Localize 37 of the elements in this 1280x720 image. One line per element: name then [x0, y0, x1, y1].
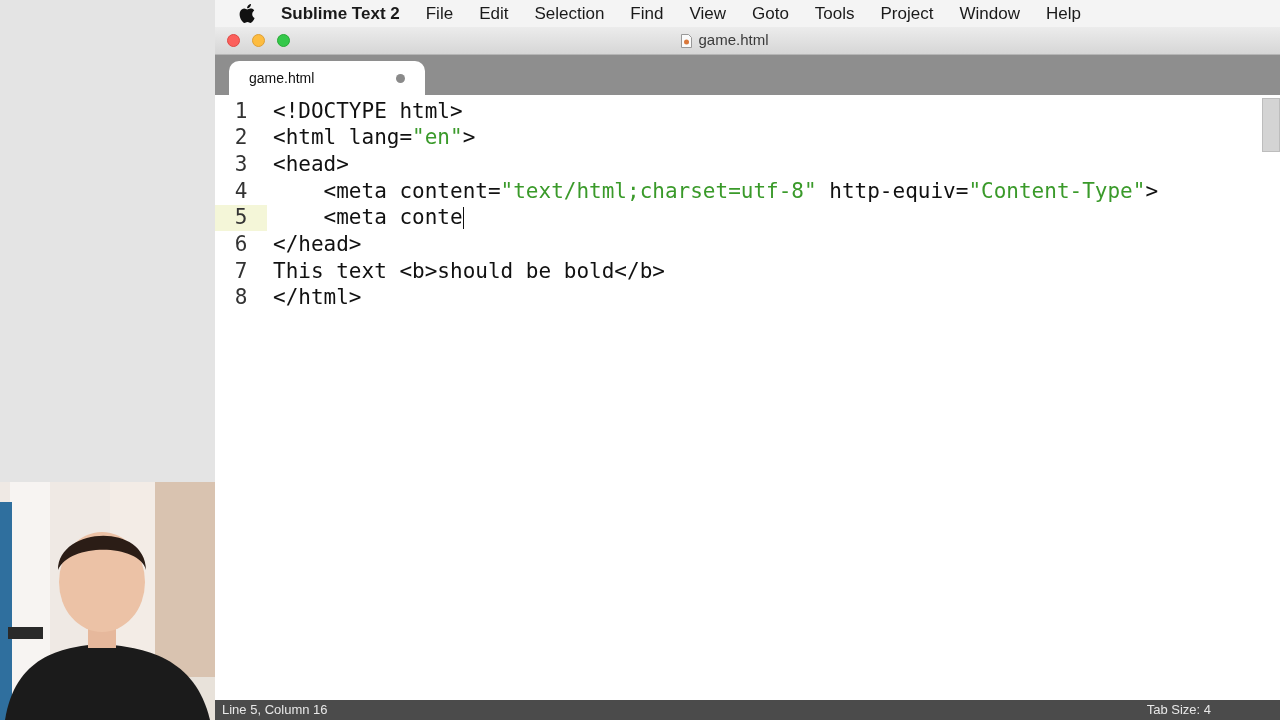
code-line: </head> [272, 231, 362, 259]
line-number: 5 [215, 204, 267, 232]
line-number: 3 [233, 151, 249, 178]
code-line: </html> [272, 284, 362, 312]
file-icon [681, 33, 693, 48]
code-line: This text <b>should be bold</b> [272, 258, 665, 285]
menu-item[interactable]: Help [1045, 0, 1081, 27]
apple-icon[interactable] [239, 4, 255, 23]
minimize-button[interactable] [252, 34, 265, 47]
menu-item[interactable]: Window [959, 0, 1020, 27]
code-line: <meta content="text/html;charset=utf-8" http-equiv="Content-Type"> [322, 178, 1159, 205]
code-line: <!DOCTYPE html> [272, 98, 463, 125]
line-number: 8 [233, 284, 249, 312]
line-number: 4 [233, 178, 249, 205]
menu-item[interactable]: Tools [814, 0, 855, 27]
code-line: <head> [272, 151, 349, 178]
menu-item[interactable]: Goto [752, 0, 789, 27]
line-number: 6 [233, 231, 249, 259]
code-line: <html lang="en"> [272, 124, 476, 152]
menu-item[interactable]: Selection [534, 0, 605, 27]
menu-item[interactable]: File [425, 0, 454, 27]
close-button[interactable] [227, 34, 240, 47]
code-line: <meta conte [322, 204, 465, 232]
window-title: game.html [698, 30, 769, 51]
editor-tab[interactable]: game.html [229, 61, 425, 95]
line-number: 1 [233, 98, 249, 125]
minimap-viewport[interactable] [1262, 98, 1280, 152]
app-menu[interactable]: Sublime Text 2 [281, 0, 400, 27]
zoom-button[interactable] [277, 34, 290, 47]
menu-item[interactable]: Project [880, 0, 934, 27]
line-number: 7 [233, 258, 249, 285]
menu-item[interactable]: View [689, 0, 726, 27]
cursor-position: Line 5, Column 16 [222, 701, 328, 720]
tab-size[interactable]: Tab Size: 4 [1146, 700, 1273, 720]
menu-item[interactable]: Edit [479, 0, 509, 27]
line-number: 2 [233, 124, 249, 152]
menu-item[interactable]: Find [630, 0, 664, 27]
